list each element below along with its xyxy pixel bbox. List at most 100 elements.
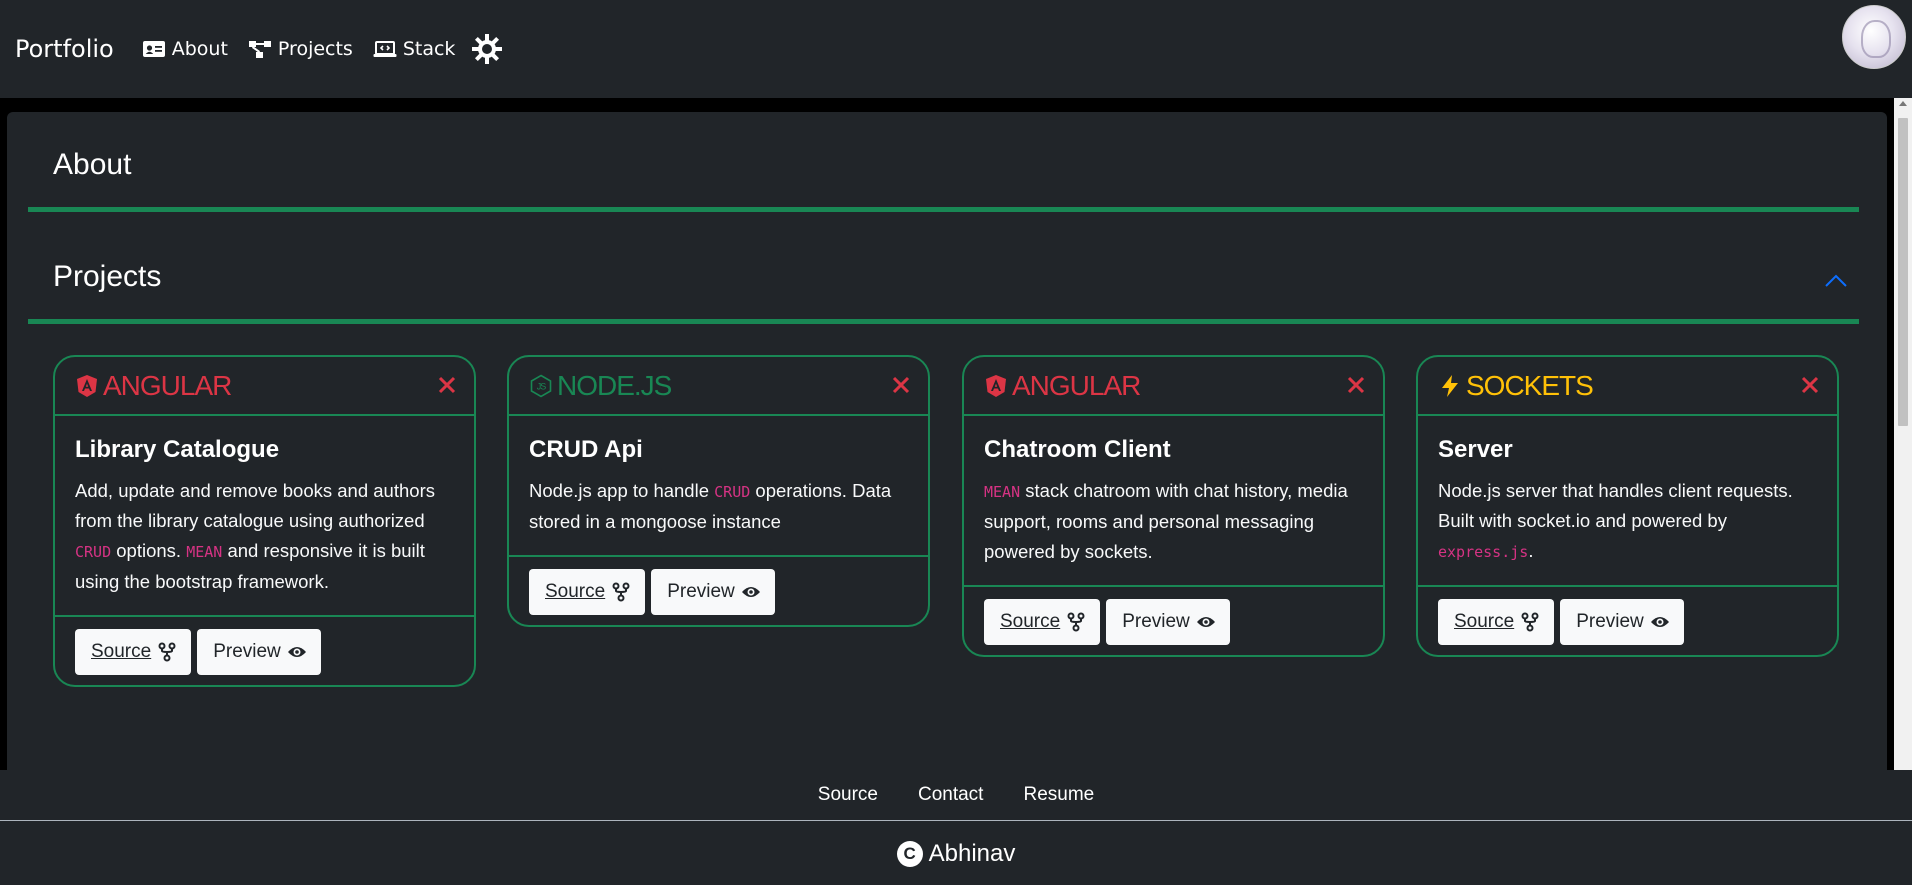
laptop-code-icon	[373, 41, 397, 57]
section-projects[interactable]: Projects	[28, 260, 1859, 324]
inline-code: MEAN	[186, 543, 223, 561]
project-card-server: SOCKETS Server Node.js server that handl…	[1416, 355, 1839, 657]
lightning-bolt-icon	[1442, 374, 1458, 397]
scroll-up-arrow-icon[interactable]	[1899, 101, 1907, 106]
preview-button-label: Preview	[213, 641, 281, 662]
preview-button[interactable]: Preview	[651, 569, 775, 615]
card-footer: Source Preview	[964, 585, 1383, 655]
inline-code: express.js	[1438, 543, 1529, 561]
tech-badge: SOCKETS	[1438, 369, 1594, 402]
section-about-title: About	[53, 148, 132, 181]
tech-label: ANGULAR	[103, 369, 232, 401]
source-button[interactable]: Source	[984, 599, 1101, 645]
card-footer: Source Preview	[55, 615, 474, 685]
project-card-library-catalogue: ANGULAR Library Catalogue Add, update an…	[53, 355, 476, 687]
source-button[interactable]: Source	[75, 629, 192, 675]
source-button-label: Source	[545, 581, 606, 602]
angular-icon	[986, 374, 1006, 397]
source-button[interactable]: Source	[529, 569, 646, 615]
card-text-part: stack chatroom with chat history, media …	[984, 480, 1348, 562]
card-header: ANGULAR	[55, 357, 474, 416]
preview-button[interactable]: Preview	[1106, 599, 1230, 645]
source-button-label: Source	[1000, 611, 1061, 632]
source-button[interactable]: Source	[1438, 599, 1555, 645]
eye-icon	[741, 587, 760, 597]
inline-code: CRUD	[714, 483, 751, 501]
footer-links: Source Contact Resume	[0, 770, 1912, 821]
preview-button-label: Preview	[1576, 611, 1644, 632]
nav-links: About Projects Stack	[142, 33, 504, 65]
chevron-up-icon[interactable]	[1825, 274, 1847, 288]
close-icon[interactable]	[438, 376, 456, 394]
card-footer: Source Preview	[1418, 585, 1837, 655]
close-icon[interactable]	[1801, 376, 1819, 394]
code-fork-icon	[1067, 612, 1085, 632]
inline-code: CRUD	[75, 543, 112, 561]
scroll-thumb[interactable]	[1898, 118, 1908, 426]
footer-link-source[interactable]: Source	[818, 784, 878, 806]
card-text-part: Node.js server that handles client reque…	[1438, 480, 1793, 531]
tech-badge: ANGULAR	[984, 369, 1141, 402]
project-card-chatroom-client: ANGULAR Chatroom Client MEAN stack chatr…	[962, 355, 1385, 657]
card-text-part: .	[1528, 540, 1534, 561]
preview-button-label: Preview	[667, 581, 735, 602]
id-card-icon	[142, 41, 165, 57]
preview-button-label: Preview	[1122, 611, 1190, 632]
theme-toggle[interactable]	[471, 33, 503, 65]
nodejs-icon: JS	[530, 374, 552, 397]
nav-link-stack[interactable]: Stack	[373, 38, 456, 60]
source-button-label: Source	[1454, 611, 1515, 632]
card-text: Node.js server that handles client reque…	[1438, 476, 1817, 567]
tech-label: NODE.JS	[557, 369, 672, 401]
copyright-icon: C	[896, 840, 923, 867]
nav-link-about[interactable]: About	[142, 38, 228, 60]
card-header: SOCKETS	[1418, 357, 1837, 416]
close-icon[interactable]	[1347, 376, 1365, 394]
eye-icon	[1650, 617, 1669, 627]
card-title: Server	[1438, 436, 1513, 463]
card-body: Chatroom Client MEAN stack chatroom with…	[964, 416, 1383, 585]
nav-link-about-label: About	[171, 38, 228, 60]
footer-link-contact[interactable]: Contact	[918, 784, 983, 806]
close-icon[interactable]	[892, 376, 910, 394]
card-body: Server Node.js server that handles clien…	[1418, 416, 1837, 585]
avatar[interactable]	[1842, 5, 1906, 69]
card-text: Add, update and remove books and authors…	[75, 476, 454, 597]
section-projects-title: Projects	[53, 260, 162, 293]
card-text-part: Add, update and remove books and authors…	[75, 480, 435, 531]
footer-link-resume[interactable]: Resume	[1023, 784, 1094, 806]
card-body: CRUD Api Node.js app to handle CRUD oper…	[509, 416, 928, 555]
code-fork-icon	[1521, 612, 1539, 632]
tech-badge: JS NODE.JS	[529, 369, 672, 402]
code-fork-icon	[612, 582, 630, 602]
card-text-part: Node.js app to handle	[529, 480, 715, 501]
project-card-crud-api: JS NODE.JS CRUD Api Node.js app to handl…	[507, 355, 930, 627]
nav-link-stack-label: Stack	[402, 38, 456, 60]
source-button-label: Source	[91, 641, 152, 662]
navbar: Portfolio About Projects Stack	[0, 0, 1912, 98]
card-title: CRUD Api	[529, 436, 643, 463]
card-header: ANGULAR	[964, 357, 1383, 416]
angular-icon	[77, 374, 97, 397]
eye-icon	[1196, 617, 1215, 627]
footer-name: Abhinav	[928, 839, 1016, 867]
eye-icon	[287, 647, 306, 657]
sun-gear-icon	[472, 34, 503, 64]
tech-label: SOCKETS	[1466, 369, 1594, 401]
preview-button[interactable]: Preview	[197, 629, 321, 675]
nav-link-projects[interactable]: Projects	[248, 38, 353, 60]
diagram-icon	[248, 41, 271, 58]
card-header: JS NODE.JS	[509, 357, 928, 416]
brand[interactable]: Portfolio	[15, 35, 114, 63]
card-text: MEAN stack chatroom with chat history, m…	[984, 476, 1363, 567]
tech-label: ANGULAR	[1012, 369, 1141, 401]
card-body: Library Catalogue Add, update and remove…	[55, 416, 474, 615]
nav-link-projects-label: Projects	[277, 38, 353, 60]
preview-button[interactable]: Preview	[1560, 599, 1684, 645]
card-text: Node.js app to handle CRUD operations. D…	[529, 476, 908, 537]
card-title: Chatroom Client	[984, 436, 1171, 463]
card-text-part: options.	[111, 540, 187, 561]
footer-copyright: C Abhinav	[0, 822, 1912, 885]
section-about[interactable]: About	[28, 148, 1859, 212]
inline-code: MEAN	[984, 483, 1021, 501]
